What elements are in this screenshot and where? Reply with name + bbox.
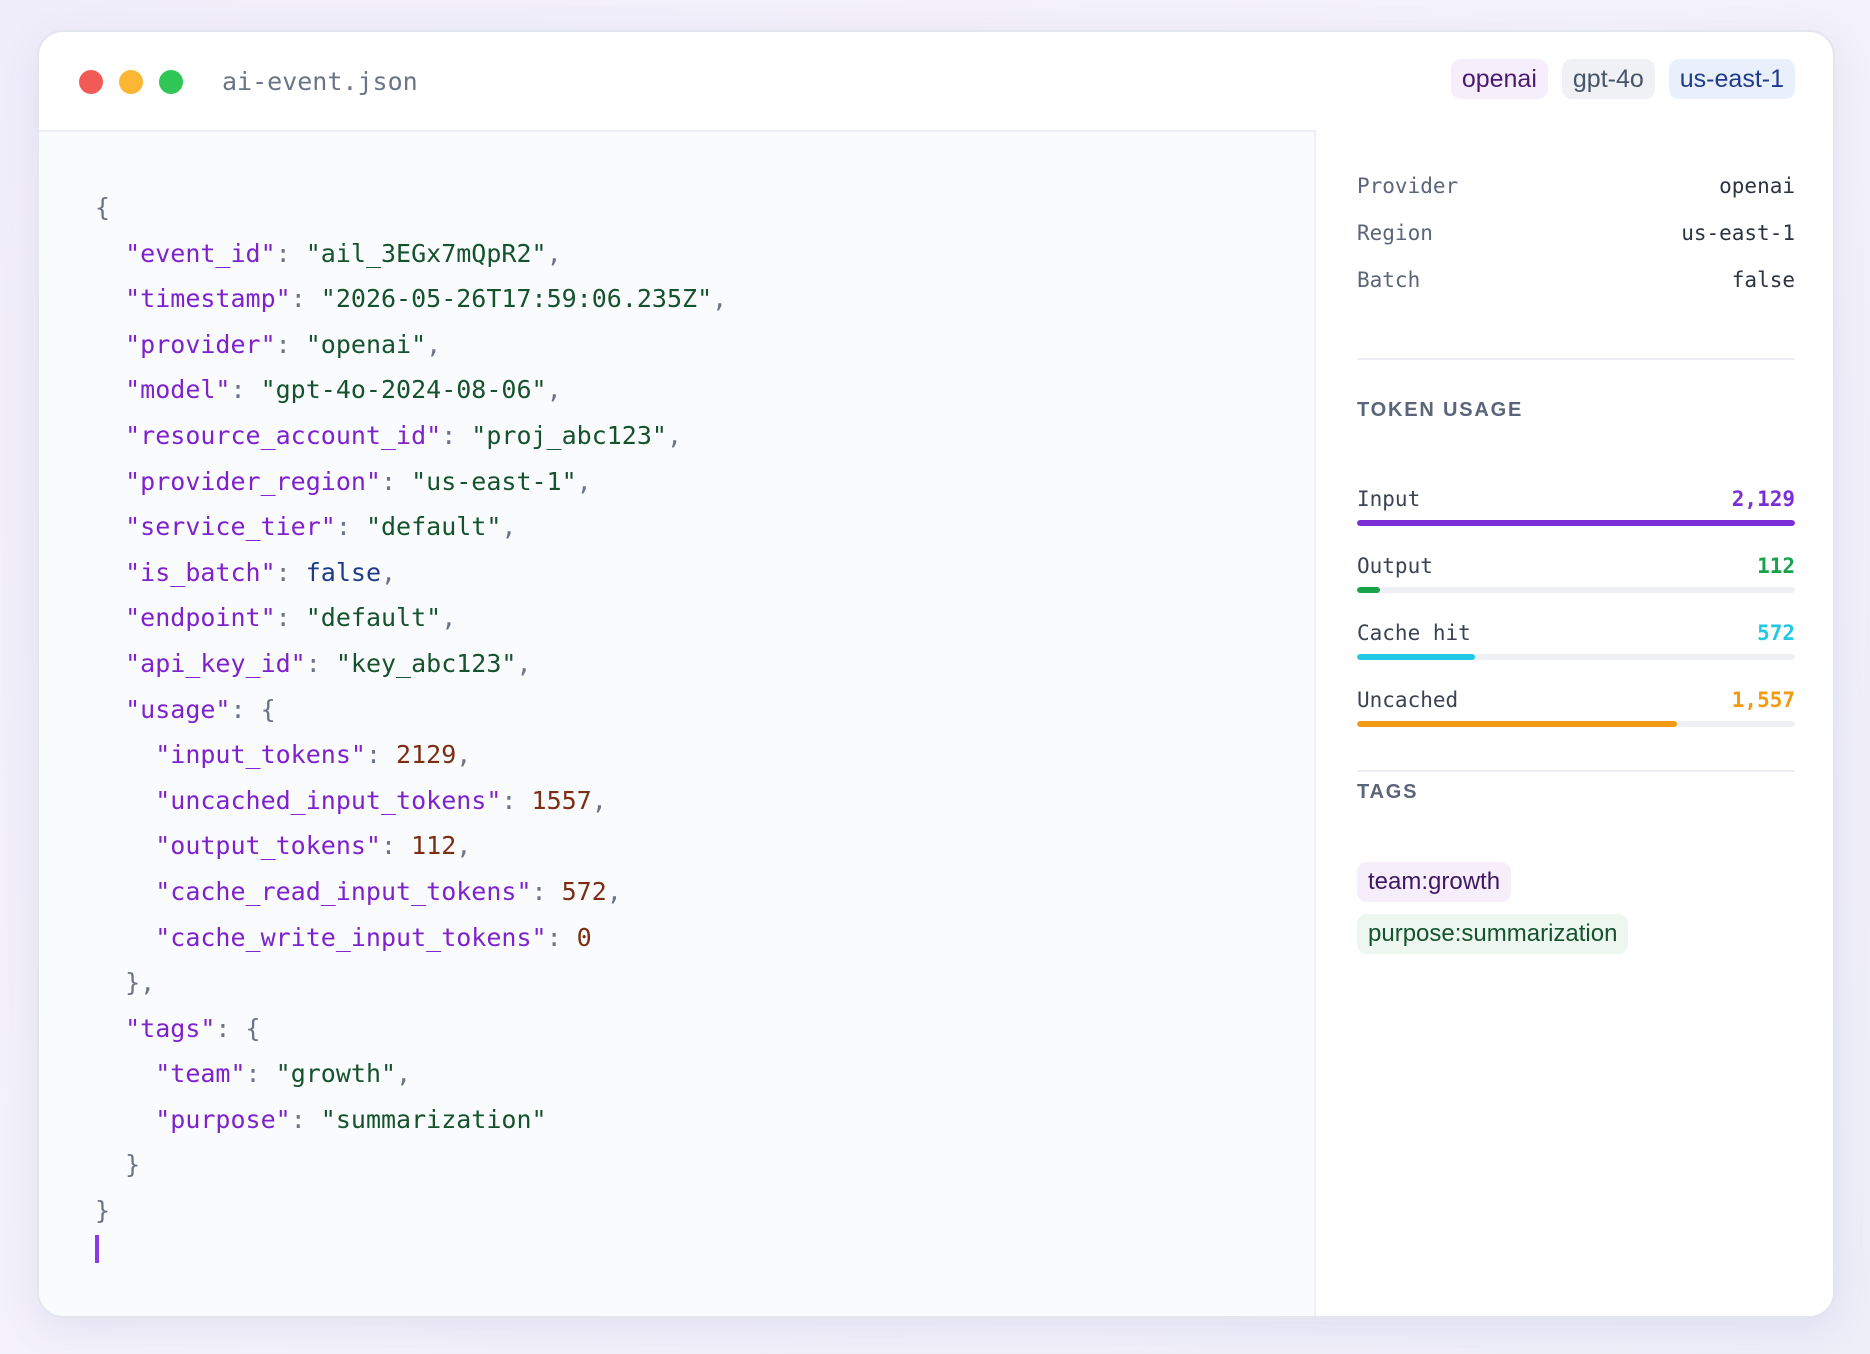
usage-label: Input: [1357, 487, 1421, 511]
usage-value: 2,129: [1731, 487, 1795, 511]
usage-bar-fill: [1357, 721, 1678, 727]
usage-bar-track: [1357, 654, 1795, 660]
code-line: "endpoint": "default",: [125, 603, 457, 633]
usage-bar-fill: [1357, 654, 1475, 660]
code-line: "output_tokens": 112,: [155, 831, 472, 861]
code-line: "uncached_input_tokens": 1557,: [155, 785, 607, 815]
usage-bar-track: [1357, 587, 1795, 593]
code-line: "team": "growth",: [155, 1059, 412, 1089]
usage-bar-fill: [1357, 587, 1381, 593]
batch-value: false: [1731, 268, 1795, 292]
code-line: "resource_account_id": "proj_abc123",: [125, 420, 683, 450]
code-line: "cache_read_input_tokens": 572,: [155, 876, 622, 906]
usage-bar-track: [1357, 721, 1795, 727]
usage-label: Cache hit: [1357, 621, 1471, 645]
code-line: "is_batch": false,: [125, 557, 397, 587]
text-cursor: [95, 1235, 99, 1263]
usage-row-cache-hit: Cache hit 572: [1357, 616, 1795, 672]
usage-value: 112: [1757, 554, 1795, 578]
code-line: "cache_write_input_tokens": 0: [155, 922, 592, 952]
code-line: "api_key_id": "key_abc123",: [125, 648, 532, 678]
code-line: "event_id": "ail_3EGx7mQpR2",: [125, 238, 562, 268]
usage-row-output: Output 112: [1357, 549, 1795, 605]
code-line: "service_tier": "default",: [125, 512, 517, 542]
code-line: }: [125, 1150, 141, 1180]
title-bar: ai-event.json openai gpt-4o us-east-1: [39, 32, 1833, 132]
code-line: "usage": {: [125, 694, 276, 724]
tag-chip[interactable]: team:growth: [1357, 862, 1512, 902]
usage-value: 1,557: [1731, 688, 1795, 712]
divider: [1357, 358, 1795, 360]
json-code-view[interactable]: { "event_id": "ail_3EGx7mQpR2", "timesta…: [95, 185, 727, 1234]
code-line: },: [125, 968, 156, 998]
code-line: "timestamp": "2026-05-26T17:59:06.235Z",: [125, 284, 728, 314]
detail-provider: Provider openai: [1357, 166, 1795, 206]
header-badges: openai gpt-4o us-east-1: [1450, 59, 1795, 99]
details-panel: Provider openai Region us-east-1 Batch f…: [1314, 130, 1833, 1316]
usage-row-uncached: Uncached 1,557: [1357, 683, 1795, 739]
editor-window: ai-event.json openai gpt-4o us-east-1 { …: [37, 30, 1835, 1318]
code-line: }: [95, 1196, 111, 1226]
close-window-button[interactable]: [79, 70, 103, 94]
divider: [1357, 770, 1795, 772]
region-value: us-east-1: [1681, 221, 1795, 245]
detail-batch: Batch false: [1357, 260, 1795, 300]
provider-value: openai: [1719, 174, 1795, 198]
region-badge: us-east-1: [1668, 59, 1795, 99]
minimize-window-button[interactable]: [119, 70, 143, 94]
batch-label: Batch: [1357, 268, 1421, 292]
provider-label: Provider: [1357, 174, 1459, 198]
token-usage-title: TOKEN USAGE: [1357, 399, 1524, 421]
usage-bar-fill: [1357, 520, 1795, 526]
provider-badge: openai: [1450, 59, 1548, 99]
code-line: "provider_region": "us-east-1",: [125, 466, 592, 496]
code-line: "provider": "openai",: [125, 329, 442, 359]
usage-value: 572: [1757, 621, 1795, 645]
usage-label: Output: [1357, 554, 1433, 578]
detail-region: Region us-east-1: [1357, 213, 1795, 253]
file-name: ai-event.json: [222, 67, 418, 96]
usage-bar-track: [1357, 520, 1795, 526]
code-line: "input_tokens": 2129,: [155, 740, 472, 770]
model-badge: gpt-4o: [1561, 59, 1655, 99]
maximize-window-button[interactable]: [159, 70, 183, 94]
code-line: "tags": {: [125, 1013, 261, 1043]
region-label: Region: [1357, 221, 1433, 245]
usage-row-input: Input 2,129: [1357, 482, 1795, 538]
tags-title: TAGS: [1357, 781, 1419, 803]
usage-label: Uncached: [1357, 688, 1459, 712]
code-line: "model": "gpt-4o-2024-08-06",: [125, 375, 562, 405]
tag-chip[interactable]: purpose:summarization: [1357, 914, 1629, 954]
code-line: "purpose": "summarization": [155, 1104, 547, 1134]
code-line: {: [95, 193, 111, 222]
